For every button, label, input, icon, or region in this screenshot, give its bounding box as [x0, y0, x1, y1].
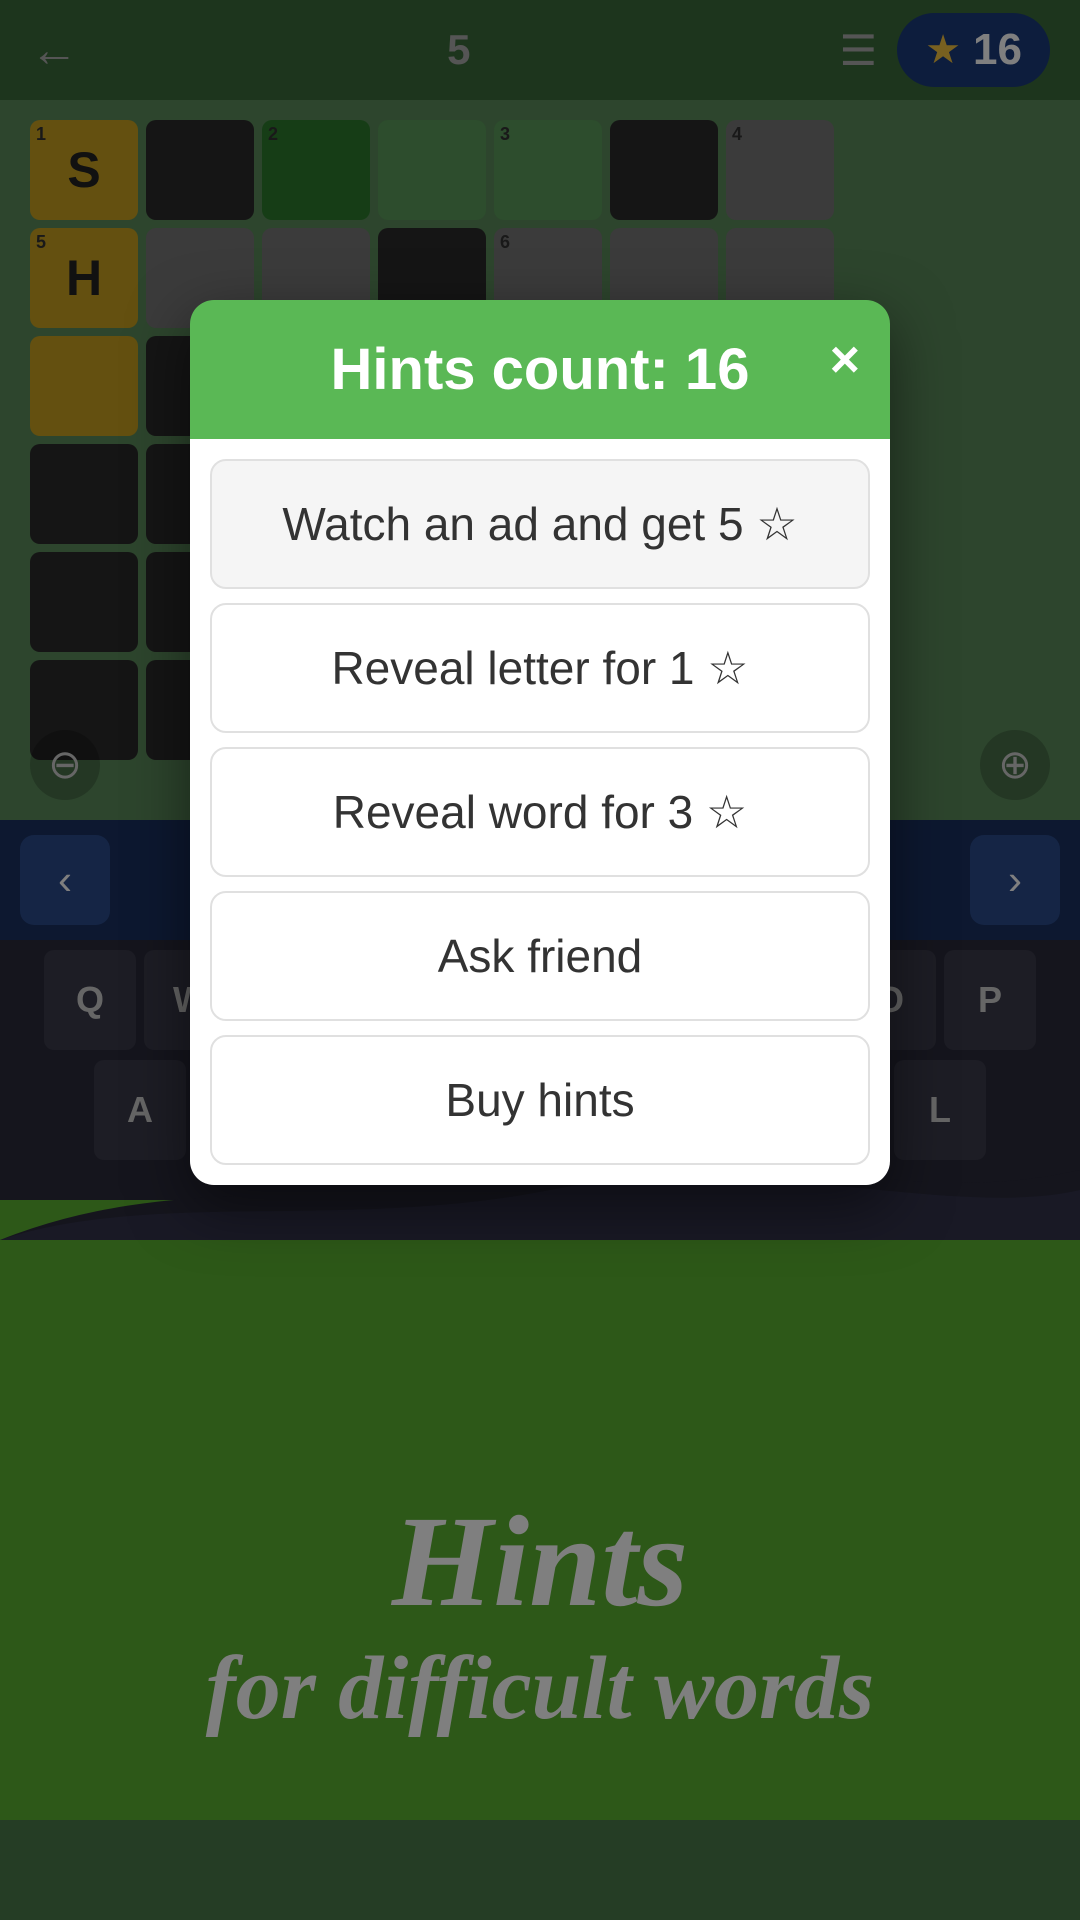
modal-overlay[interactable]: Hints count: 16 × Watch an ad and get 5 …	[0, 0, 1080, 1920]
modal-body: Watch an ad and get 5 ☆ Reveal letter fo…	[190, 439, 890, 1185]
modal-header: Hints count: 16 ×	[190, 300, 890, 439]
hints-modal: Hints count: 16 × Watch an ad and get 5 …	[190, 300, 890, 1185]
buy-hints-button[interactable]: Buy hints	[210, 1035, 870, 1165]
watch-ad-button[interactable]: Watch an ad and get 5 ☆	[210, 459, 870, 589]
modal-title: Hints count: 16	[331, 336, 750, 403]
modal-close-button[interactable]: ×	[830, 330, 860, 390]
ask-friend-button[interactable]: Ask friend	[210, 891, 870, 1021]
reveal-letter-button[interactable]: Reveal letter for 1 ☆	[210, 603, 870, 733]
reveal-word-button[interactable]: Reveal word for 3 ☆	[210, 747, 870, 877]
